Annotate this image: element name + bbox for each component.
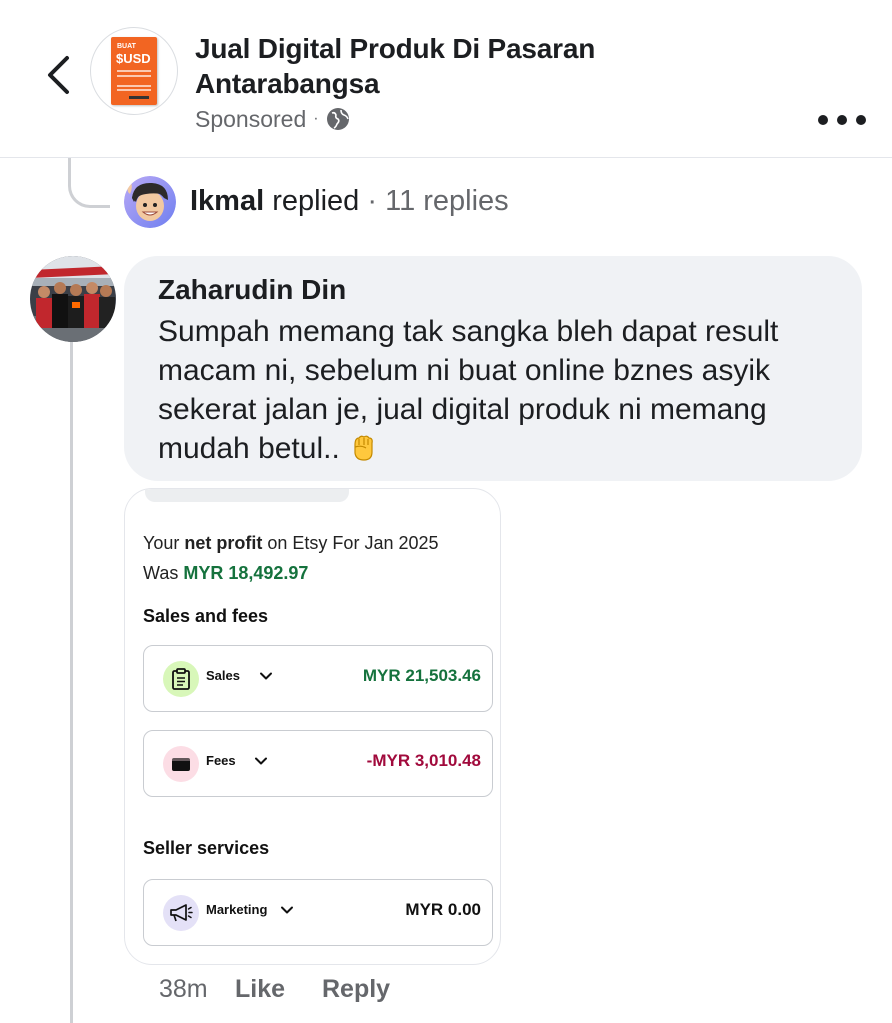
globe-icon <box>326 108 349 130</box>
book-cover-top-text: BUAT <box>117 43 136 50</box>
book-cover-main-text: $USD <box>116 51 151 66</box>
sales-row: Sales MYR 21,503.46 <box>143 645 493 712</box>
megaphone-icon <box>163 895 199 931</box>
comment-actions: 38m Like Reply <box>159 970 390 1008</box>
replies-count[interactable]: 11 replies <box>385 185 509 217</box>
more-horizontal-icon <box>856 115 866 125</box>
chevron-down-icon <box>260 672 272 680</box>
was-label: Was <box>143 563 179 583</box>
comment-author[interactable]: Zaharudin Din <box>158 272 828 308</box>
ad-header: BUAT $USD Jual Digital Produk Di Pasaran… <box>0 0 892 158</box>
attachment-top-bar <box>145 489 349 502</box>
comment-attachment-image[interactable]: Your net profit on Etsy For Jan 2025 Was… <box>124 488 501 965</box>
fees-row: Fees -MYR 3,010.48 <box>143 730 493 797</box>
chevron-down-icon <box>281 906 293 914</box>
fees-label: Fees <box>206 753 236 768</box>
sponsored-row: Sponsored · <box>195 104 350 134</box>
commenter-avatar[interactable] <box>30 256 116 342</box>
net-profit-prefix: Your <box>143 533 180 553</box>
replied-label: replied <box>272 185 360 217</box>
reply-button[interactable]: Reply <box>322 975 390 1004</box>
sales-value: MYR 21,503.46 <box>362 666 481 685</box>
replies-summary[interactable]: Ikmal replied · 11 replies <box>190 183 509 219</box>
marketing-row: Marketing MYR 0.00 <box>143 879 493 946</box>
chevron-down-icon <box>255 757 267 765</box>
separator-dot: · <box>313 110 319 127</box>
sponsored-label[interactable]: Sponsored <box>195 106 306 133</box>
net-profit-suffix: on Etsy For Jan 2025 <box>267 533 439 553</box>
book-cover-icon: BUAT $USD <box>111 37 157 105</box>
page-title[interactable]: Jual Digital Produk Di Pasaran Antaraban… <box>195 31 755 101</box>
more-options-button[interactable] <box>818 108 866 132</box>
comment-text: Sumpah memang tak sangka bleh dapat resu… <box>158 312 828 468</box>
sales-label: Sales <box>206 668 240 683</box>
thread-line <box>70 340 73 1023</box>
net-profit-value-line: Was MYR 18,492.97 <box>143 561 308 585</box>
net-profit-bold: net profit <box>184 533 263 553</box>
more-horizontal-icon <box>818 115 828 125</box>
raised-fist-icon <box>354 435 373 461</box>
separator-dot: · <box>367 185 378 217</box>
book-cover-line <box>117 70 151 72</box>
book-cover-line <box>117 89 151 91</box>
avatar-image <box>124 176 176 228</box>
book-cover-line <box>117 75 151 77</box>
seller-services-heading: Seller services <box>143 838 270 858</box>
like-button[interactable]: Like <box>235 975 322 1004</box>
fees-value: -MYR 3,010.48 <box>366 751 481 770</box>
net-profit-text: Your net profit on Etsy For Jan 2025 <box>143 531 439 555</box>
marketing-label: Marketing <box>206 902 268 917</box>
marketing-value: MYR 0.00 <box>405 900 481 919</box>
thread-connector <box>68 158 110 208</box>
replier-avatar[interactable] <box>124 176 176 228</box>
comment-timestamp[interactable]: 38m <box>159 975 235 1004</box>
back-button[interactable] <box>36 50 80 100</box>
more-horizontal-icon <box>837 115 847 125</box>
net-profit-value: MYR 18,492.97 <box>183 563 309 583</box>
avatar-photo <box>30 256 116 342</box>
page-avatar[interactable]: BUAT $USD <box>90 27 178 115</box>
book-cover-bar <box>129 96 149 99</box>
sales-fees-heading: Sales and fees <box>143 606 269 626</box>
comment-body: Sumpah memang tak sangka bleh dapat resu… <box>158 315 779 465</box>
book-cover-line <box>117 85 151 87</box>
comment-bubble[interactable]: Zaharudin Din Sumpah memang tak sangka b… <box>124 256 862 481</box>
chevron-left-icon <box>48 56 69 94</box>
replier-name[interactable]: Ikmal <box>190 185 264 217</box>
clipboard-icon <box>163 661 199 697</box>
wallet-icon <box>163 746 199 782</box>
